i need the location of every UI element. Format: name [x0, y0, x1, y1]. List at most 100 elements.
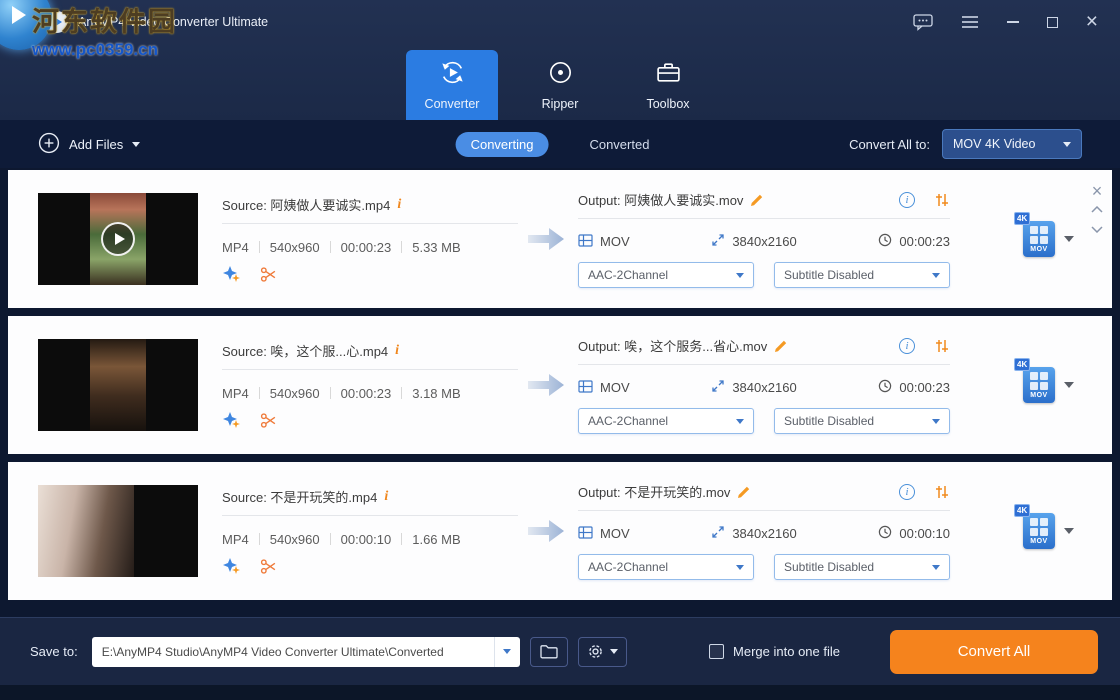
output-format-line: MOV 3840x2160 00:00:23 — [578, 379, 950, 396]
cut-icon[interactable] — [260, 412, 277, 429]
tab-converting[interactable]: Converting — [455, 131, 549, 157]
add-files-button[interactable]: Add Files — [38, 132, 141, 157]
format-grid-icon — [578, 525, 593, 542]
tab-converter[interactable]: Converter — [406, 50, 498, 120]
clock-icon — [878, 233, 892, 250]
merge-label: Merge into one file — [733, 644, 840, 659]
play-icon[interactable] — [101, 222, 135, 256]
tab-ripper[interactable]: Ripper — [514, 50, 606, 120]
file-row: Source: 阿姨做人要诚实.mp4 i MP4 540x960 00:00:23… — [8, 170, 1112, 308]
profile-settings-icon[interactable] — [934, 192, 950, 208]
output-info-icon[interactable]: i — [899, 483, 915, 500]
edit-effects-icon[interactable] — [222, 411, 240, 429]
subtitle-select[interactable]: Subtitle Disabled — [774, 554, 950, 580]
file-row: Source: 唉，这个服...心.mp4 i MP4 540x960 00:00:… — [8, 316, 1112, 454]
gear-icon — [588, 645, 602, 658]
audio-track-select[interactable]: AAC-2Channel — [578, 554, 754, 580]
header: 河东软件园 www.pc0359.cn AnyMP4 Video Convert… — [0, 0, 1120, 120]
output-filename: Output: 阿姨做人要诚实.mov — [578, 193, 744, 208]
convert-all-to-value: MOV 4K Video — [953, 137, 1036, 151]
audio-track-select[interactable]: AAC-2Channel — [578, 262, 754, 288]
sub-toolbar: Add Files Converting Converted Convert A… — [0, 120, 1120, 168]
save-path-dropdown[interactable] — [493, 636, 520, 667]
output-info-icon[interactable]: i — [899, 337, 915, 354]
select-caret-icon — [932, 272, 940, 278]
rename-icon[interactable] — [750, 193, 764, 207]
source-info-icon[interactable]: i — [384, 489, 388, 505]
source-info-icon[interactable]: i — [395, 343, 399, 359]
minimize-button[interactable] — [1006, 12, 1019, 32]
source-filename: Source: 唉，这个服...心.mp4 — [222, 344, 389, 359]
cut-icon[interactable] — [260, 266, 277, 283]
arrow-right-icon — [526, 226, 566, 252]
mov-file-icon: MOV — [1023, 221, 1055, 257]
merge-into-one-file[interactable]: Merge into one file — [709, 644, 840, 659]
output-filename: Output: 唉，这个服务...省心.mov — [578, 339, 768, 354]
output-format-badge[interactable]: 4K MOV — [1014, 212, 1056, 257]
merge-checkbox[interactable] — [709, 644, 725, 659]
divider — [222, 369, 518, 370]
source-filename: Source: 阿姨做人要诚实.mp4 — [222, 198, 391, 213]
rename-icon[interactable] — [774, 339, 788, 353]
divider — [578, 218, 950, 219]
cut-icon[interactable] — [260, 558, 277, 575]
output-info-icon[interactable]: i — [899, 191, 915, 208]
video-thumbnail[interactable] — [38, 193, 198, 285]
tab-label: Ripper — [541, 97, 579, 111]
settings-caret-icon — [609, 649, 618, 654]
output-column: Output: 不是开玩笑的.mov i MOV 3840x2160 00:00… — [578, 482, 950, 580]
convert-all-to-select[interactable]: MOV 4K Video — [942, 129, 1082, 159]
audio-track-select[interactable]: AAC-2Channel — [578, 408, 754, 434]
resolution-icon — [711, 233, 725, 250]
divider — [222, 515, 518, 516]
feedback-icon[interactable] — [913, 12, 933, 32]
menu-icon[interactable] — [961, 12, 979, 32]
format-badge-caret-icon[interactable] — [1064, 528, 1074, 534]
source-meta: MP4 540x960 00:00:10 1.66 MB — [222, 532, 461, 547]
arrow-right-icon — [526, 372, 566, 398]
output-filename: Output: 不是开玩笑的.mov — [578, 485, 731, 500]
convert-all-to: Convert All to: MOV 4K Video — [849, 129, 1082, 159]
select-caret-icon — [736, 564, 744, 570]
select-caret-icon — [736, 272, 744, 278]
profile-settings-icon[interactable] — [934, 484, 950, 500]
remove-file-icon[interactable]: × — [1092, 182, 1103, 200]
resolution-icon — [711, 525, 725, 542]
maximize-button[interactable] — [1046, 12, 1058, 32]
video-thumbnail[interactable] — [38, 485, 198, 577]
source-filename: Source: 不是开玩笑的.mp4 — [222, 490, 378, 505]
format-badge-caret-icon[interactable] — [1064, 236, 1074, 242]
settings-button[interactable] — [577, 636, 627, 667]
output-format-badge[interactable]: 4K MOV — [1014, 358, 1056, 403]
source-info-icon[interactable]: i — [397, 197, 401, 213]
edit-effects-icon[interactable] — [222, 265, 240, 283]
save-path-input[interactable]: E:\AnyMP4 Studio\AnyMP4 Video Converter … — [91, 636, 520, 667]
mov-file-icon: MOV — [1023, 367, 1055, 403]
tab-label: Toolbox — [646, 97, 690, 111]
bottom-strip — [0, 685, 1120, 700]
output-format-badge[interactable]: 4K MOV — [1014, 504, 1056, 549]
browse-folder-button[interactable] — [529, 636, 568, 667]
format-badge-caret-icon[interactable] — [1064, 382, 1074, 388]
edit-effects-icon[interactable] — [222, 557, 240, 575]
source-column: Source: 唉，这个服...心.mp4 i MP4 540x960 00:00:… — [222, 341, 518, 429]
subtitle-select[interactable]: Subtitle Disabled — [774, 408, 950, 434]
tab-converted[interactable]: Converted — [574, 132, 664, 157]
move-down-icon[interactable] — [1091, 220, 1103, 238]
arrow-right-icon — [526, 518, 566, 544]
titlebar: AnyMP4 Video Converter Ultimate × — [0, 0, 1120, 44]
subtitle-select[interactable]: Subtitle Disabled — [774, 262, 950, 288]
profile-settings-icon[interactable] — [934, 338, 950, 354]
row-actions: × — [1091, 182, 1103, 238]
source-column: Source: 阿姨做人要诚实.mp4 i MP4 540x960 00:00:23… — [222, 195, 518, 283]
move-up-icon[interactable] — [1091, 200, 1103, 218]
select-caret-icon — [736, 418, 744, 424]
format-grid-icon — [578, 379, 593, 396]
tab-toolbox[interactable]: Toolbox — [622, 50, 714, 120]
rename-icon[interactable] — [737, 485, 751, 499]
select-caret-icon — [932, 564, 940, 570]
convert-all-button[interactable]: Convert All — [890, 629, 1098, 674]
source-column: Source: 不是开玩笑的.mp4 i MP4 540x960 00:00:10 1… — [222, 487, 518, 575]
close-button[interactable]: × — [1086, 11, 1098, 32]
video-thumbnail[interactable] — [38, 339, 198, 431]
